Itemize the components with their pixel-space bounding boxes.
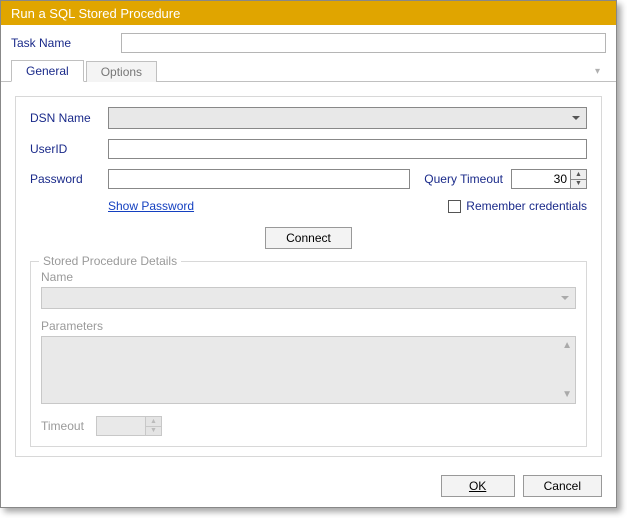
scroll-up-icon: ▲: [562, 340, 572, 351]
sp-name-combo: [41, 287, 576, 309]
dsn-row: DSN Name: [30, 107, 587, 129]
password-row: Password Query Timeout ▲ ▼: [30, 169, 587, 189]
sp-timeout-row: Timeout ▲ ▼: [41, 416, 576, 436]
sp-timeout-spinner: ▲ ▼: [96, 416, 162, 436]
sp-timeout-down: ▼: [146, 427, 161, 436]
titlebar: Run a SQL Stored Procedure: [1, 1, 616, 25]
query-timeout-label: Query Timeout: [424, 172, 503, 186]
password-label: Password: [30, 172, 100, 186]
sp-params-label: Parameters: [41, 319, 576, 333]
show-password-link[interactable]: Show Password: [108, 199, 194, 213]
query-timeout-up[interactable]: ▲: [571, 170, 586, 180]
password-input[interactable]: [108, 169, 410, 189]
cancel-button[interactable]: Cancel: [523, 475, 602, 497]
tab-general[interactable]: General: [11, 60, 84, 82]
tab-overflow-icon[interactable]: ▾: [589, 62, 606, 81]
connect-row: Connect: [30, 227, 587, 249]
sp-name-label: Name: [41, 270, 576, 284]
query-timeout-spinner: ▲ ▼: [511, 169, 587, 189]
remember-credentials-label: Remember credentials: [466, 199, 587, 213]
query-timeout-input[interactable]: [511, 169, 571, 189]
show-pass-row: Show Password Remember credentials: [30, 199, 587, 213]
userid-label: UserID: [30, 142, 100, 156]
sp-timeout-label: Timeout: [41, 419, 84, 433]
tabs: General Options ▾: [1, 59, 616, 82]
task-name-row: Task Name: [1, 25, 616, 59]
sp-timeout-input: [96, 416, 146, 436]
userid-row: UserID: [30, 139, 587, 159]
scroll-down-icon: ▼: [562, 389, 572, 400]
dialog-footer: OK Cancel: [1, 465, 616, 507]
dialog-window: Run a SQL Stored Procedure Task Name Gen…: [0, 0, 617, 508]
tab-options[interactable]: Options: [86, 61, 157, 82]
window-title: Run a SQL Stored Procedure: [11, 6, 180, 21]
sp-details-fieldset: Stored Procedure Details Name Parameters…: [30, 261, 587, 447]
sp-timeout-up: ▲: [146, 417, 161, 427]
task-name-label: Task Name: [11, 36, 111, 50]
userid-input[interactable]: [108, 139, 587, 159]
dsn-label: DSN Name: [30, 111, 100, 125]
ok-button[interactable]: OK: [441, 475, 515, 497]
dsn-combo[interactable]: [108, 107, 587, 129]
sp-details-legend: Stored Procedure Details: [39, 254, 181, 268]
remember-credentials-checkbox[interactable]: Remember credentials: [448, 199, 587, 213]
sp-timeout-buttons: ▲ ▼: [146, 416, 162, 436]
connect-button[interactable]: Connect: [265, 227, 352, 249]
tab-content: DSN Name UserID Password Query Timeout ▲…: [1, 82, 616, 465]
general-panel: DSN Name UserID Password Query Timeout ▲…: [15, 96, 602, 457]
task-name-input[interactable]: [121, 33, 606, 53]
sp-params-box: ▲ ▼: [41, 336, 576, 404]
query-timeout-down[interactable]: ▼: [571, 180, 586, 189]
query-timeout-buttons: ▲ ▼: [571, 169, 587, 189]
checkbox-box-icon: [448, 200, 461, 213]
